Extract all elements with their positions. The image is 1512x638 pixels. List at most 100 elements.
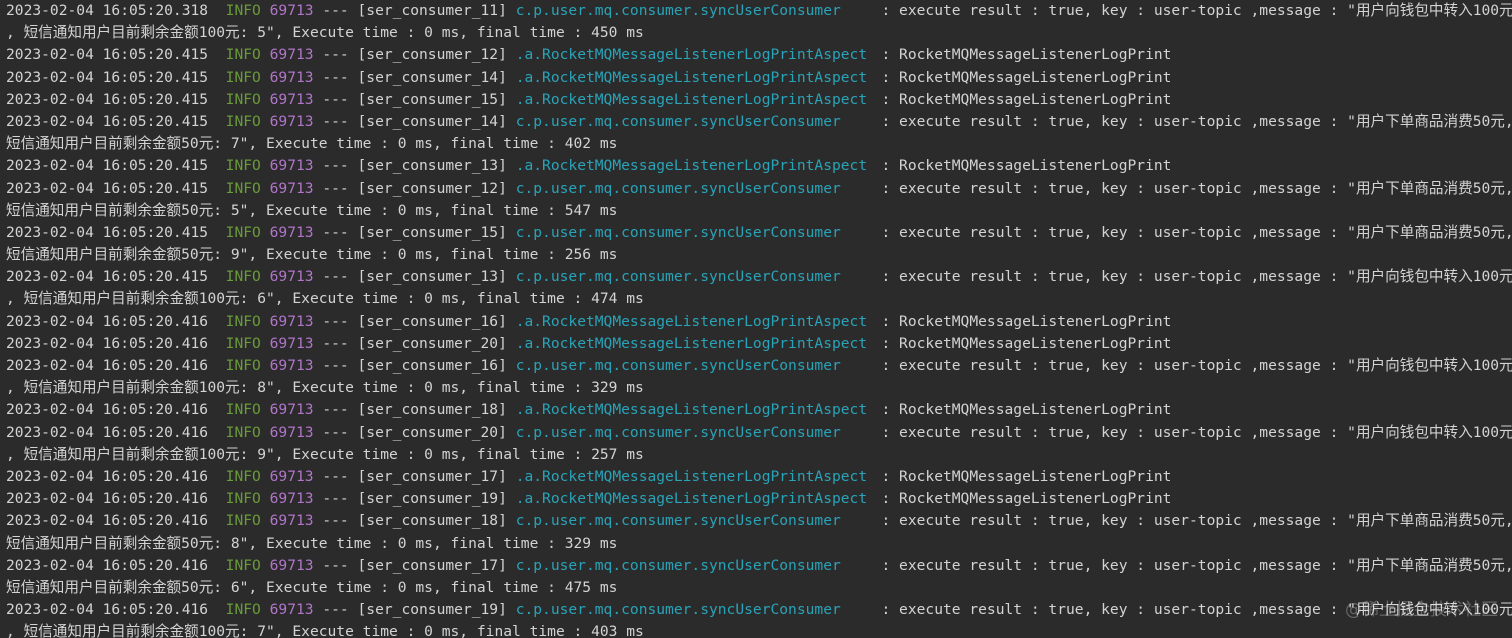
log-logger: .a.RocketMQMessageListenerLogPrintAspect [515,90,868,108]
log-separator: --- [322,512,349,530]
log-timestamp: 2023-02-04 16:05:20.416 [6,401,209,419]
log-logger: c.p.user.mq.consumer.syncUserConsumer [515,423,841,441]
log-thread: [ser_consumer_15] [357,90,507,108]
log-message: : RocketMQMessageListenerLogPrint [881,401,1172,419]
log-separator: --- [322,467,349,485]
log-continuation: , 短信通知用户目前剩余金额100元: 6", Execute time : 0… [0,288,1512,310]
log-level: INFO [225,512,261,530]
log-line: 2023-02-04 16:05:20.415 INFO 69713 --- [… [0,111,1512,133]
log-message-continued: , 短信通知用户目前剩余金额100元: 8", Execute time : 0… [6,379,644,397]
log-pid: 69713 [269,179,314,197]
log-message: : execute result : true, key : user-topi… [881,556,1512,574]
log-pid: 69713 [269,112,314,130]
log-separator: --- [322,312,349,330]
log-level: INFO [225,46,261,64]
log-pid: 69713 [269,268,314,286]
log-thread: [ser_consumer_18] [357,401,507,419]
log-pid: 69713 [269,512,314,530]
log-line: 2023-02-04 16:05:20.416 INFO 69713 --- [… [0,355,1512,377]
log-pid: 69713 [269,68,314,86]
log-separator: --- [322,68,349,86]
log-continuation: 短信通知用户目前剩余金额50元: 6", Execute time : 0 ms… [0,577,1512,599]
log-timestamp: 2023-02-04 16:05:20.415 [6,112,209,130]
log-line: 2023-02-04 16:05:20.416 INFO 69713 --- [… [0,311,1512,333]
log-logger: c.p.user.mq.consumer.syncUserConsumer [515,357,841,374]
log-line: 2023-02-04 16:05:20.416 INFO 69713 --- [… [0,422,1512,444]
log-continuation: , 短信通知用户目前剩余金额100元: 7", Execute time : 0… [0,621,1512,638]
log-pid: 69713 [269,423,314,441]
log-pid: 69713 [269,334,314,352]
log-message: : execute result : true, key : user-topi… [881,512,1512,530]
log-continuation: 短信通知用户目前剩余金额50元: 9", Execute time : 0 ms… [0,244,1512,266]
log-message-continued: , 短信通知用户目前剩余金额100元: 9", Execute time : 0… [6,445,644,463]
log-thread: [ser_consumer_20] [357,334,507,352]
log-message-continued: 短信通知用户目前剩余金额50元: 7", Execute time : 0 ms… [6,135,618,153]
log-level: INFO [225,423,261,441]
log-separator: --- [322,401,349,419]
log-timestamp: 2023-02-04 16:05:20.415 [6,68,209,86]
log-line: 2023-02-04 16:05:20.416 INFO 69713 --- [… [0,510,1512,532]
log-logger: .a.RocketMQMessageListenerLogPrintAspect [515,68,868,86]
log-timestamp: 2023-02-04 16:05:20.415 [6,268,209,286]
log-separator: --- [322,334,349,352]
log-message: : RocketMQMessageListenerLogPrint [881,157,1172,175]
log-message: : RocketMQMessageListenerLogPrint [881,312,1172,330]
log-thread: [ser_consumer_19] [357,490,507,508]
log-level: INFO [225,268,261,286]
log-message-continued: , 短信通知用户目前剩余金额100元: 7", Execute time : 0… [6,623,644,638]
watermark: @稀土掘金技术社区 [1345,600,1498,620]
log-line: 2023-02-04 16:05:20.416 INFO 69713 --- [… [0,333,1512,355]
log-separator: --- [322,46,349,64]
log-continuation: 短信通知用户目前剩余金额50元: 5", Execute time : 0 ms… [0,200,1512,222]
log-thread: [ser_consumer_17] [357,556,507,574]
log-message: : execute result : true, key : user-topi… [881,2,1512,19]
log-thread: [ser_consumer_12] [357,46,507,64]
log-level: INFO [225,179,261,197]
log-level: INFO [225,401,261,419]
log-logger: c.p.user.mq.consumer.syncUserConsumer [515,2,841,19]
log-continuation: , 短信通知用户目前剩余金额100元: 9", Execute time : 0… [0,444,1512,466]
log-separator: --- [322,601,349,619]
log-message-continued: 短信通知用户目前剩余金额50元: 6", Execute time : 0 ms… [6,578,618,596]
log-pid: 69713 [269,601,314,619]
log-message-continued: , 短信通知用户目前剩余金额100元: 5", Execute time : 0… [6,24,644,42]
log-thread: [ser_consumer_11] [357,2,507,19]
log-level: INFO [225,357,261,374]
log-thread: [ser_consumer_13] [357,157,507,175]
log-line: 2023-02-04 16:05:20.416 INFO 69713 --- [… [0,466,1512,488]
log-message-continued: , 短信通知用户目前剩余金额100元: 6", Execute time : 0… [6,290,644,308]
log-pid: 69713 [269,157,314,175]
log-logger: .a.RocketMQMessageListenerLogPrintAspect [515,490,868,508]
log-pid: 69713 [269,46,314,64]
log-message: : RocketMQMessageListenerLogPrint [881,467,1172,485]
log-message-continued: 短信通知用户目前剩余金额50元: 9", Execute time : 0 ms… [6,246,618,264]
log-timestamp: 2023-02-04 16:05:20.416 [6,556,209,574]
log-level: INFO [225,2,261,19]
log-message: : RocketMQMessageListenerLogPrint [881,90,1172,108]
log-list: 2023-02-04 16:05:20.318 INFO 69713 --- [… [0,0,1512,638]
log-message: : RocketMQMessageListenerLogPrint [881,334,1172,352]
log-message: : execute result : true, key : user-topi… [881,112,1512,130]
log-logger: .a.RocketMQMessageListenerLogPrintAspect [515,46,868,64]
log-pid: 69713 [269,467,314,485]
log-level: INFO [225,68,261,86]
log-line: 2023-02-04 16:05:20.416 INFO 69713 --- [… [0,399,1512,421]
log-logger: c.p.user.mq.consumer.syncUserConsumer [515,601,841,619]
log-level: INFO [225,556,261,574]
log-continuation: 短信通知用户目前剩余金额50元: 7", Execute time : 0 ms… [0,133,1512,155]
log-timestamp: 2023-02-04 16:05:20.416 [6,357,209,374]
log-logger: c.p.user.mq.consumer.syncUserConsumer [515,179,841,197]
log-separator: --- [322,556,349,574]
log-pid: 69713 [269,357,314,374]
log-level: INFO [225,223,261,241]
log-thread: [ser_consumer_18] [357,512,507,530]
log-line: 2023-02-04 16:05:20.415 INFO 69713 --- [… [0,155,1512,177]
log-pid: 69713 [269,223,314,241]
log-line: 2023-02-04 16:05:20.416 INFO 69713 --- [… [0,599,1512,621]
log-message: : execute result : true, key : user-topi… [881,357,1512,374]
log-separator: --- [322,490,349,508]
log-timestamp: 2023-02-04 16:05:20.318 [6,2,209,19]
log-level: INFO [225,157,261,175]
log-thread: [ser_consumer_20] [357,423,507,441]
log-logger: .a.RocketMQMessageListenerLogPrintAspect [515,401,868,419]
